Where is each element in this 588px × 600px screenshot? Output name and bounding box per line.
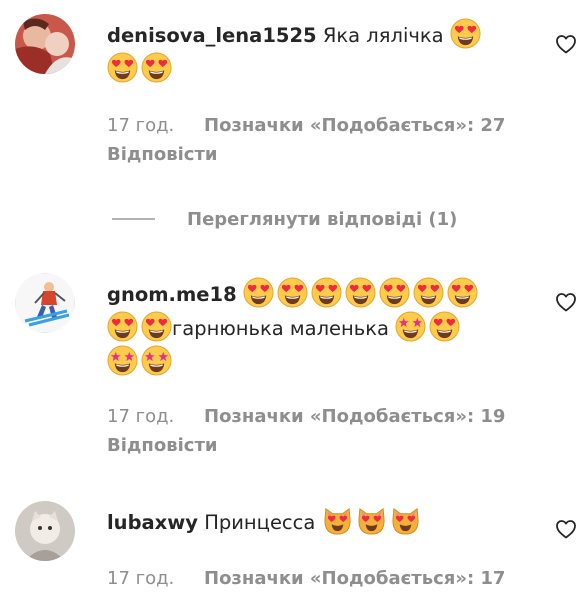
view-replies-label: Переглянути відповіді (1) xyxy=(187,208,458,230)
comment-time[interactable]: 17 год. xyxy=(107,568,174,589)
heart-eyes-emoji-icon xyxy=(107,311,138,342)
likes-count[interactable]: Позначки «Подобається»: 19 xyxy=(204,406,505,427)
comment-text: Яка лялічка xyxy=(322,24,444,47)
username[interactable]: lubaxwy xyxy=(107,511,198,534)
like-heart-icon[interactable] xyxy=(554,290,578,314)
like-heart-icon[interactable] xyxy=(554,517,578,541)
comment-text: Принцесса xyxy=(204,511,316,534)
comment-emoji-line xyxy=(107,52,538,86)
username[interactable]: gnom.me18 xyxy=(107,283,237,306)
heart-eyes-cat-emoji-icon xyxy=(356,505,387,536)
comment-meta: 17 год. Позначки «Подобається»: 17 xyxy=(107,566,505,592)
comment-time[interactable]: 17 год. xyxy=(107,406,174,427)
comment-text-line: gnom.me18 xyxy=(107,277,538,311)
comment-text-line: гарнюнька маленька xyxy=(107,311,538,345)
comment-meta: 17 год. Позначки «Подобається»: 19 xyxy=(107,404,505,430)
avatar[interactable] xyxy=(15,14,75,74)
comment-text: гарнюнька маленька xyxy=(172,317,389,340)
star-struck-emoji-icon xyxy=(107,345,138,376)
heart-eyes-emoji-icon xyxy=(429,311,460,342)
heart-eyes-emoji-icon xyxy=(311,277,342,308)
heart-eyes-emoji-icon xyxy=(379,277,410,308)
heart-eyes-emoji-icon xyxy=(450,18,481,49)
heart-eyes-cat-emoji-icon xyxy=(322,505,353,536)
username[interactable]: denisova_lena1525 xyxy=(107,24,317,47)
avatar[interactable] xyxy=(15,273,75,333)
heart-eyes-emoji-icon xyxy=(345,277,376,308)
reply-button[interactable]: Відповісти xyxy=(107,433,218,459)
comment-text-line: denisova_lena1525 Яка лялічка xyxy=(107,18,538,52)
avatar[interactable] xyxy=(15,501,75,561)
reply-button[interactable]: Відповісти xyxy=(107,142,218,168)
likes-count[interactable]: Позначки «Подобається»: 17 xyxy=(204,568,505,589)
heart-eyes-emoji-icon xyxy=(413,277,444,308)
comment-text-line: lubaxwy Принцесса xyxy=(107,505,538,539)
heart-eyes-emoji-icon xyxy=(141,52,172,83)
likes-count[interactable]: Позначки «Подобається»: 27 xyxy=(204,115,505,136)
star-struck-emoji-icon xyxy=(395,311,426,342)
view-replies-button[interactable]: Переглянути відповіді (1) xyxy=(112,205,457,233)
comment-emoji-line xyxy=(107,345,538,379)
like-heart-icon[interactable] xyxy=(554,32,578,56)
heart-eyes-emoji-icon xyxy=(243,277,274,308)
divider xyxy=(112,218,155,220)
heart-eyes-emoji-icon xyxy=(141,311,172,342)
heart-eyes-emoji-icon xyxy=(447,277,478,308)
heart-eyes-cat-emoji-icon xyxy=(390,505,421,536)
star-struck-emoji-icon xyxy=(141,345,172,376)
comment-time[interactable]: 17 год. xyxy=(107,115,174,136)
heart-eyes-emoji-icon xyxy=(107,52,138,83)
heart-eyes-emoji-icon xyxy=(277,277,308,308)
comment-meta: 17 год. Позначки «Подобається»: 27 xyxy=(107,113,505,139)
